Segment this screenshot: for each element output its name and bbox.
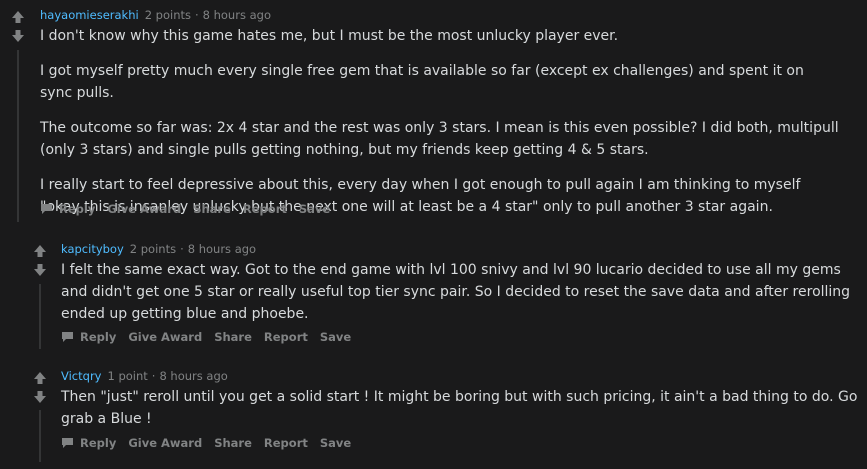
report-button[interactable]: Report: [264, 330, 308, 344]
comment-body: Then "just" reroll until you get a solid…: [61, 386, 861, 430]
save-button[interactable]: Save: [320, 436, 351, 450]
report-button[interactable]: Report: [264, 436, 308, 450]
comment-author[interactable]: kapcityboy: [61, 242, 124, 256]
thread-line[interactable]: [39, 284, 41, 349]
arrow-up-icon[interactable]: [33, 371, 47, 385]
save-button[interactable]: Save: [320, 330, 351, 344]
give-award-button[interactable]: Give Award: [107, 202, 181, 216]
reply-button[interactable]: Reply: [40, 202, 95, 216]
comment-paragraph: I felt the same exact way. Got to the en…: [61, 262, 851, 322]
share-button[interactable]: Share: [214, 330, 252, 344]
give-award-button[interactable]: Give Award: [128, 330, 202, 344]
arrow-down-icon[interactable]: [33, 390, 47, 404]
comment: hayaomieserakhi 2 points · 8 hours ago I do…: [0, 0, 867, 225]
thread-line[interactable]: [17, 50, 19, 222]
arrow-up-icon[interactable]: [11, 10, 25, 24]
reply-label: Reply: [80, 436, 117, 450]
comment-bubble-icon: [61, 331, 74, 343]
comment-body: I felt the same exact way. Got to the en…: [61, 259, 861, 325]
comment-meta: kapcityboy 2 points · 8 hours ago: [61, 242, 256, 256]
save-button[interactable]: Save: [299, 202, 330, 216]
meta-separator: ·: [194, 8, 199, 22]
reply-button[interactable]: Reply: [61, 330, 116, 344]
report-button[interactable]: Report: [243, 202, 287, 216]
reply-button[interactable]: Reply: [61, 436, 116, 450]
comment-time[interactable]: 8 hours ago: [188, 242, 256, 256]
comment-meta: hayaomieserakhi 2 points · 8 hours ago: [40, 8, 271, 22]
share-button[interactable]: Share: [214, 436, 252, 450]
comment-paragraph: Then "just" reroll until you get a solid…: [61, 389, 858, 427]
meta-separator: ·: [180, 242, 184, 256]
meta-separator: ·: [151, 369, 156, 383]
comment-points: 1 point: [107, 369, 148, 383]
arrow-up-icon[interactable]: [33, 244, 47, 258]
vote-controls: [33, 371, 53, 404]
comment-paragraph: The outcome so far was: 2x 4 star and th…: [40, 120, 839, 158]
thread-line[interactable]: [39, 410, 41, 462]
comment-points: 2 points: [129, 242, 177, 256]
share-button[interactable]: Share: [193, 202, 231, 216]
comment-paragraph: I got myself pretty much every single fr…: [40, 63, 804, 101]
comment: Victqry 1 point · 8 hours ago Then "just" r…: [20, 362, 867, 467]
reply-label: Reply: [80, 330, 117, 344]
comment-points: 2 points: [144, 8, 191, 22]
comment-author[interactable]: Victqry: [61, 369, 101, 383]
arrow-down-icon[interactable]: [11, 29, 25, 43]
vote-controls: [11, 10, 31, 43]
give-award-button[interactable]: Give Award: [128, 436, 202, 450]
comment-actions: Reply Give Award Share Report Save: [40, 202, 342, 216]
comment-time[interactable]: 8 hours ago: [159, 369, 227, 383]
comment-bubble-icon: [40, 203, 53, 215]
comment-author[interactable]: hayaomieserakhi: [40, 8, 139, 22]
reply-label: Reply: [59, 202, 96, 216]
comment: kapcityboy 2 points · 8 hours ago I felt th…: [20, 236, 867, 351]
comment-meta: Victqry 1 point · 8 hours ago: [61, 369, 228, 383]
vote-controls: [33, 244, 53, 277]
comment-actions: Reply Give Award Share Report Save: [61, 330, 363, 344]
comment-time[interactable]: 8 hours ago: [203, 8, 271, 22]
comment-body: I don't know why this game hates me, but…: [40, 25, 840, 218]
comment-actions: Reply Give Award Share Report Save: [61, 436, 363, 450]
comment-paragraph: I don't know why this game hates me, but…: [40, 28, 619, 44]
comment-bubble-icon: [61, 437, 74, 449]
arrow-down-icon[interactable]: [33, 263, 47, 277]
